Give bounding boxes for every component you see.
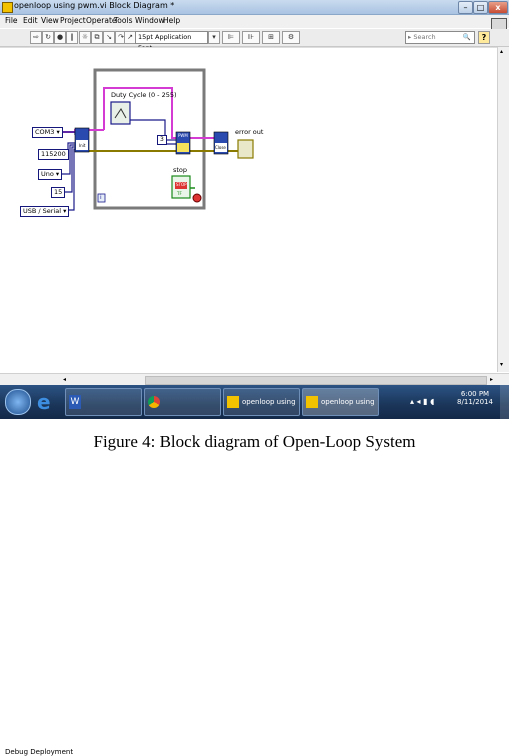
labview-icon-2 <box>306 396 318 408</box>
debug-deployment-label: Debug Deployment <box>5 748 74 756</box>
menu-tools[interactable]: Tools <box>114 16 132 25</box>
close-label: Close <box>215 145 226 150</box>
internet-explorer-icon[interactable]: e <box>37 390 51 414</box>
menu-project[interactable]: Project <box>60 16 86 25</box>
taskbar-item-labview-2[interactable]: openloop using p... <box>302 388 379 432</box>
board-type-value: Uno <box>41 170 54 178</box>
labview-icon <box>227 396 239 408</box>
show-desktop-button[interactable] <box>500 385 509 419</box>
menu-file[interactable]: File <box>5 16 18 25</box>
pwm-label: PWM <box>178 133 188 138</box>
font-select[interactable]: 15pt Application Font <box>135 31 208 52</box>
menu-bar: File Edit View Project Operate Tools Win… <box>0 15 509 28</box>
menu-operate[interactable]: Operate <box>86 16 117 25</box>
word-icon: W <box>69 395 81 409</box>
pwm-block-face <box>177 143 189 152</box>
init-label: Init <box>79 143 86 148</box>
clock-time: 6:00 PM <box>460 390 490 398</box>
duty-cycle-terminal[interactable] <box>110 101 131 125</box>
search-icon[interactable]: 🔍 <box>463 32 471 43</box>
horizontal-scroll-thumb[interactable] <box>145 376 487 385</box>
serial-port-value: COM3 <box>35 128 55 136</box>
highlight-execution-icon[interactable]: ☼ <box>79 31 91 44</box>
step-into-icon[interactable]: ↘ <box>103 31 115 44</box>
pause-icon[interactable]: ‖ <box>66 31 78 44</box>
taskbar-item-chrome-label: https://www.goo... <box>145 424 209 432</box>
blue-wire-1[interactable] <box>61 131 76 135</box>
window-title-bar: openloop using pwm.vi Block Diagram * – … <box>0 0 509 15</box>
run-continuously-icon[interactable]: ↻ <box>42 31 54 44</box>
run-arrow-icon[interactable]: ⇨ <box>30 31 42 44</box>
taskbar-item-word[interactable]: W IETAE_PAPER_TE... <box>65 388 142 432</box>
iteration-label: i <box>100 194 102 201</box>
chrome-icon <box>148 396 160 408</box>
pin-constant-value: 3 <box>160 136 164 143</box>
maximize-button[interactable]: □ <box>473 1 488 14</box>
tf-label: TF <box>177 191 182 196</box>
block-diagram-canvas[interactable]: COM3 ▾ 115200 Uno ▾ 15 USB / Serial ▾ In… <box>0 47 497 373</box>
menu-help[interactable]: Help <box>163 16 180 25</box>
menu-view[interactable]: View <box>41 16 59 25</box>
taskbar-item-chrome[interactable]: https://www.goo... <box>144 388 221 432</box>
window-title: openloop using pwm.vi Block Diagram * <box>14 1 175 10</box>
toolbar: ⇨ ↻ ● ‖ ☼ ⧉ ↘ ↷ ↗ 15pt Application Font … <box>0 29 509 52</box>
serial-port-constant[interactable]: COM3 ▾ <box>32 127 63 138</box>
menu-window[interactable]: Window <box>135 16 165 25</box>
windows-taskbar: e WIETAE_PAPER_TE... https://www.goo... … <box>0 385 509 432</box>
baud-rate-value: 115200 <box>41 150 66 158</box>
scroll-up-icon[interactable]: ▴ <box>500 48 503 55</box>
scroll-left-icon[interactable]: ◂ <box>63 376 66 383</box>
diagram-wires <box>61 68 254 211</box>
error-out-label: error out <box>235 128 264 136</box>
connection-type-value: USB / Serial <box>23 207 62 215</box>
duty-cycle-label: Duty Cycle (0 - 255) <box>111 91 177 99</box>
taskbar-item-labview-1[interactable]: openloop using p... <box>223 388 300 432</box>
align-objects-icon[interactable]: ⊫ <box>222 31 240 44</box>
board-type-constant[interactable]: Uno ▾ <box>38 169 63 180</box>
scroll-right-icon[interactable]: ▸ <box>490 376 493 383</box>
clock-date: 8/11/2014 <box>457 398 493 406</box>
reorder-icon[interactable]: ⚙ <box>282 31 300 44</box>
labview-app-icon <box>2 2 13 13</box>
connection-type-constant[interactable]: USB / Serial ▾ <box>20 206 70 217</box>
context-help-button[interactable]: ? <box>478 31 490 44</box>
distribute-objects-icon[interactable]: ⊪ <box>242 31 260 44</box>
vertical-scrollbar[interactable]: ▴ ▾ <box>497 47 509 372</box>
scroll-down-icon[interactable]: ▾ <box>500 361 503 368</box>
status-and-scroll-bar: Debug Deployment ◂ ▸ <box>0 373 509 756</box>
tray-icons[interactable]: ▴ ◂ ▮ ◖ <box>410 397 434 406</box>
menu-edit[interactable]: Edit <box>23 16 38 25</box>
minimize-button[interactable]: – <box>458 1 473 14</box>
baud-rate-constant[interactable]: 115200 <box>38 149 69 160</box>
error-out-indicator[interactable] <box>237 139 254 159</box>
resize-objects-icon[interactable]: ⊞ <box>262 31 280 44</box>
stop-button-text: STOP <box>176 182 187 187</box>
figure-caption: Figure 4: Block diagram of Open-Loop Sys… <box>93 432 416 451</box>
abort-icon[interactable]: ● <box>54 31 66 44</box>
search-placeholder: Search <box>413 33 436 41</box>
start-button[interactable] <box>5 389 31 415</box>
bytes-per-packet-constant[interactable]: 15 <box>51 187 66 198</box>
taskbar-item-word-label: IETAE_PAPER_TE... <box>66 424 130 432</box>
close-button[interactable]: x <box>488 1 508 14</box>
bytes-per-packet-value: 15 <box>54 188 63 196</box>
loop-condition-icon[interactable] <box>192 193 202 203</box>
clock[interactable]: 6:00 PM 8/11/2014 <box>455 390 495 406</box>
retain-wire-values-icon[interactable]: ⧉ <box>91 31 103 44</box>
search-input[interactable]: ▸ Search 🔍 <box>405 31 475 44</box>
pin-constant[interactable]: 3 <box>157 135 167 145</box>
stop-label: stop <box>173 166 188 174</box>
chevron-down-icon[interactable]: ▾ <box>208 31 220 44</box>
